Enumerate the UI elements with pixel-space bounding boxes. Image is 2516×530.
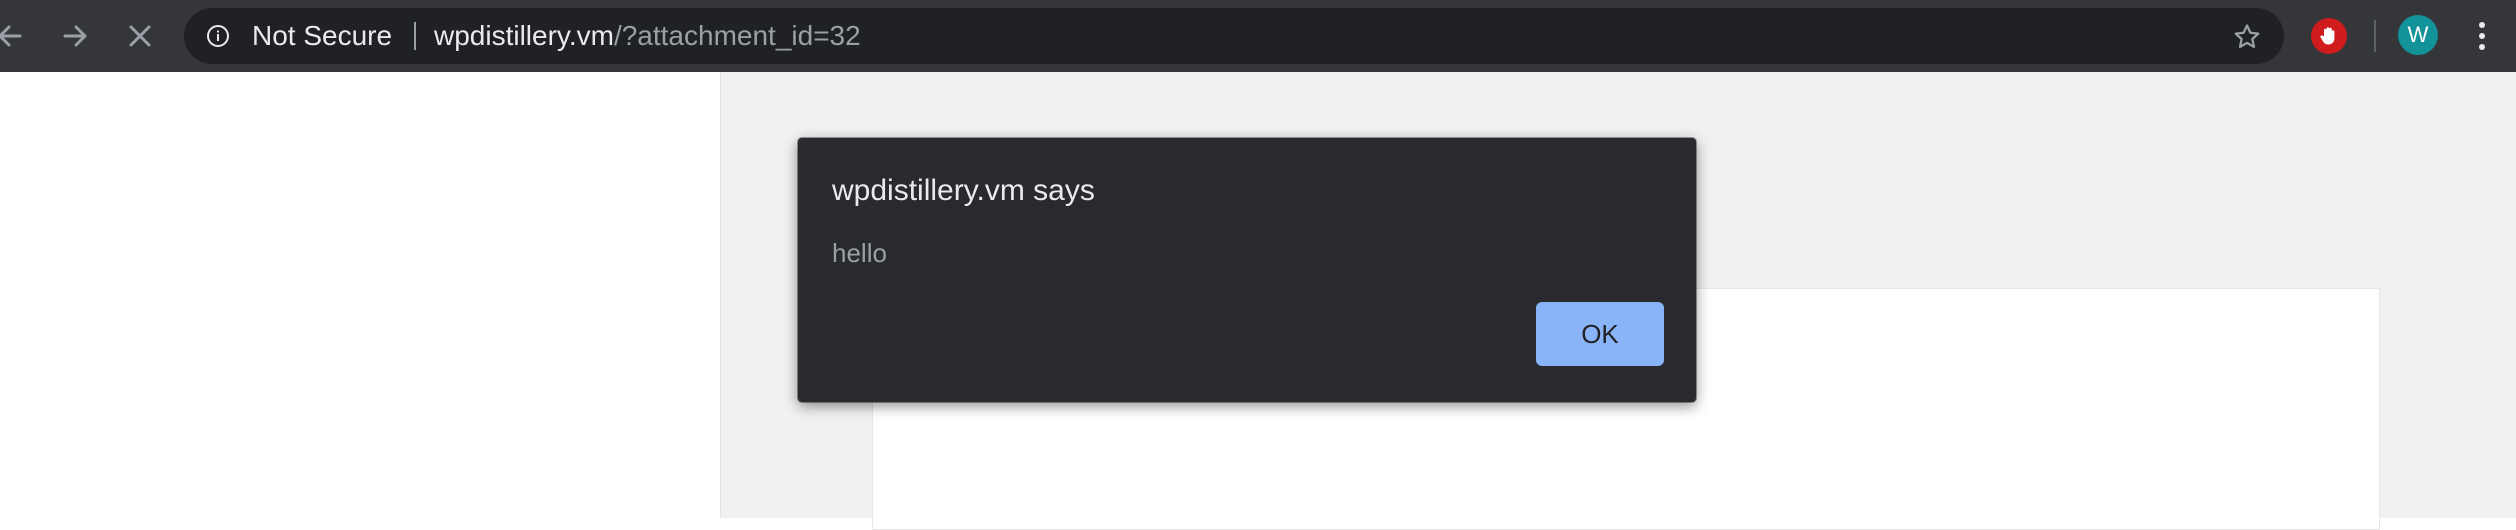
star-icon[interactable]: [2232, 22, 2262, 52]
ok-button[interactable]: OK: [1536, 302, 1664, 366]
info-icon[interactable]: [206, 24, 230, 48]
more-vert-icon[interactable]: [2470, 18, 2494, 54]
stop-button[interactable]: [120, 16, 160, 56]
hand-icon: [2320, 27, 2335, 45]
profile-avatar[interactable]: W: [2398, 15, 2438, 55]
toolbar-divider: [2374, 20, 2376, 52]
url-host: wpdistillery.vm: [434, 20, 614, 51]
arrow-left-icon: [0, 25, 22, 47]
url-path: /?attachment_id=32: [613, 20, 861, 51]
alert-dialog: wpdistillery.vm says hello OK: [798, 138, 1696, 402]
dialog-message: hello: [832, 238, 887, 268]
security-status-label[interactable]: Not Secure: [252, 8, 392, 64]
dialog-title: wpdistillery.vm says: [832, 174, 1095, 207]
page-content: wpdistillery.vm says hello OK: [0, 72, 2516, 530]
back-button[interactable]: [0, 16, 30, 56]
forward-button[interactable]: [55, 16, 95, 56]
adblock-extension-icon[interactable]: [2311, 18, 2347, 54]
address-bar[interactable]: Not Secure wpdistillery.vm/?attachment_i…: [184, 8, 2284, 64]
close-icon: [129, 25, 151, 47]
arrow-right-icon: [63, 25, 87, 47]
browser-toolbar: Not Secure wpdistillery.vm/?attachment_i…: [0, 0, 2516, 72]
address-bar-divider: [414, 22, 416, 50]
url-text[interactable]: wpdistillery.vm/?attachment_id=32: [434, 8, 861, 64]
